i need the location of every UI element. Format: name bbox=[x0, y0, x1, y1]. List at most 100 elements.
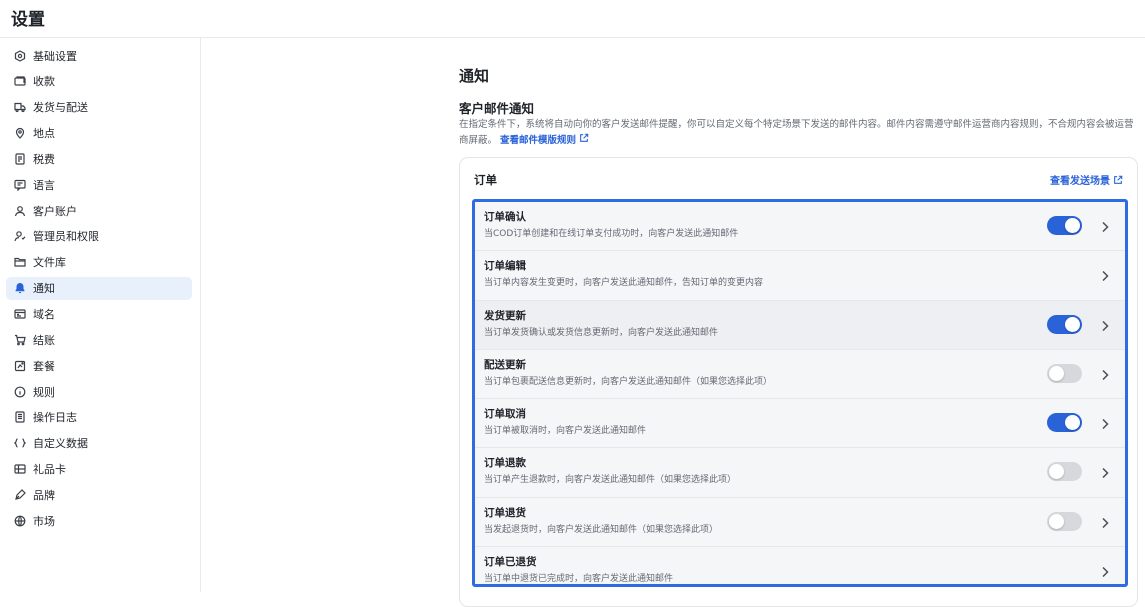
notification-name: 配送更新 bbox=[484, 358, 526, 371]
notification-row[interactable]: 订单确认当COD订单创建和在线订单支付成功时，向客户发送此通知邮件 bbox=[475, 202, 1125, 252]
order-notifications-card: 订单 查看发送场景 订单确认当COD订单创建和在线订单支付成功时，向客户发送此通… bbox=[459, 157, 1138, 607]
notification-row[interactable]: 订单退货 当发起退货时，向客户发送此通知邮件（如果您选择此项） bbox=[475, 497, 1125, 548]
sidebar-item-label: 结账 bbox=[33, 333, 55, 347]
chevron-right-icon[interactable] bbox=[1100, 465, 1110, 479]
sidebar-item-label: 客户账户 bbox=[33, 204, 77, 218]
notification-name: 订单取消 bbox=[484, 408, 526, 421]
user-permission-icon bbox=[14, 230, 26, 242]
sidebar-item-16[interactable]: 礼品卡 bbox=[6, 458, 192, 481]
notification-name: 订单已退货 bbox=[484, 556, 537, 569]
sidebar-item-8[interactable]: 文件库 bbox=[6, 251, 192, 274]
notification-name: 发货更新 bbox=[484, 309, 526, 322]
top-bar: 设置 bbox=[0, 0, 1145, 38]
toggle-knob bbox=[1049, 464, 1064, 480]
notification-row[interactable]: 订单退款当订单产生退款时，向客户发送此通知邮件（如果您选择此项） bbox=[475, 448, 1125, 498]
language-icon bbox=[14, 179, 26, 191]
chevron-right-icon[interactable] bbox=[1100, 367, 1110, 381]
sidebar-item-label: 礼品卡 bbox=[33, 463, 66, 477]
sidebar-item-label: 收款 bbox=[33, 75, 55, 89]
notification-description: 当订单发货确认或发货信息更新时，向客户发送此通知邮件 bbox=[484, 327, 719, 338]
sidebar-item-12[interactable]: 套餐 bbox=[6, 354, 192, 377]
cart-icon bbox=[14, 334, 26, 346]
section-title: 客户邮件通知 bbox=[459, 101, 535, 116]
notification-row[interactable]: 配送更新当订单包裹配送信息更新时，向客户发送此通知邮件（如果您选择此项） bbox=[475, 349, 1125, 400]
notification-description: 当订单产生退款时，向客户发送此通知邮件（如果您选择此项） bbox=[484, 475, 737, 486]
notification-row[interactable]: 发货更新当订单发货确认或发货信息更新时，向客户发送此通知邮件 bbox=[475, 300, 1125, 350]
sidebar-item-label: 基础设置 bbox=[33, 49, 77, 63]
notification-name: 订单退货 bbox=[484, 506, 526, 519]
chevron-right-icon[interactable] bbox=[1100, 219, 1110, 233]
sidebar-item-6[interactable]: 客户账户 bbox=[6, 199, 192, 222]
notification-name: 订单编辑 bbox=[484, 260, 526, 273]
sidebar-item-14[interactable]: 操作日志 bbox=[6, 406, 192, 429]
sidebar-item-label: 文件库 bbox=[33, 256, 66, 270]
sidebar-item-label: 自定义数据 bbox=[33, 437, 88, 451]
sidebar-item-11[interactable]: 结账 bbox=[6, 328, 192, 351]
sidebar-item-label: 发货与配送 bbox=[33, 101, 88, 115]
sidebar-item-10[interactable]: 域名 bbox=[6, 303, 192, 326]
notification-toggle[interactable] bbox=[1047, 216, 1082, 235]
toggle-knob bbox=[1065, 415, 1080, 431]
sidebar-item-4[interactable]: 税费 bbox=[6, 147, 192, 170]
payment-icon bbox=[14, 75, 26, 87]
sidebar-item-label: 市场 bbox=[33, 514, 55, 528]
chevron-right-icon[interactable] bbox=[1100, 268, 1110, 282]
template-rules-link[interactable]: 查看邮件模版规则 bbox=[500, 133, 589, 146]
external-link-icon bbox=[580, 133, 589, 142]
notification-toggle[interactable] bbox=[1047, 462, 1082, 482]
sidebar-item-13[interactable]: 规则 bbox=[6, 380, 192, 403]
brand-icon bbox=[14, 489, 26, 501]
sidebar-item-3[interactable]: 地点 bbox=[6, 122, 192, 145]
notification-toggle[interactable] bbox=[1047, 511, 1082, 531]
sidebar-item-label: 语言 bbox=[33, 178, 55, 192]
view-scenarios-link[interactable]: 查看发送场景 bbox=[1050, 172, 1123, 187]
chevron-right-icon[interactable] bbox=[1100, 416, 1110, 430]
section-description: 在指定条件下，系统将自动向你的客户发送邮件提醒，你可以自定义每个特定场景下发送的… bbox=[459, 117, 1141, 149]
sidebar-item-label: 税费 bbox=[33, 152, 55, 166]
sidebar-item-5[interactable]: 语言 bbox=[6, 173, 192, 196]
log-icon bbox=[14, 411, 26, 423]
sidebar-item-label: 域名 bbox=[33, 308, 55, 321]
notification-toggle[interactable] bbox=[1047, 314, 1082, 334]
notification-name: 订单确认 bbox=[484, 211, 526, 223]
chevron-right-icon[interactable] bbox=[1100, 515, 1110, 529]
notification-name: 订单退款 bbox=[484, 457, 526, 470]
notification-description: 当COD订单创建和在线订单支付成功时，向客户发送此通知邮件 bbox=[484, 229, 739, 239]
main-content: 通知 客户邮件通知 在指定条件下，系统将自动向你的客户发送邮件提醒，你可以自定义… bbox=[201, 38, 1145, 607]
notification-row[interactable]: 订单取消 当订单被取消时，向客户发送此通知邮件 bbox=[475, 399, 1125, 449]
user-icon bbox=[14, 205, 26, 217]
notification-row[interactable]: 订单编辑当订单内容发生变更时，向客户发送此通知邮件，告知订单的变更内容 bbox=[475, 251, 1125, 301]
settings-sidebar: 基础设置收款发货与配送地点税费语言客户账户管理员和权限文件库通知域名结账套餐规则… bbox=[0, 38, 201, 592]
card-title: 订单 bbox=[474, 173, 497, 187]
globe-icon bbox=[14, 515, 26, 527]
sidebar-item-2[interactable]: 发货与配送 bbox=[6, 96, 192, 119]
toggle-knob bbox=[1049, 513, 1064, 529]
page-header-title: 设置 bbox=[11, 10, 45, 30]
plan-icon bbox=[14, 360, 26, 372]
info-circle-icon bbox=[14, 386, 26, 398]
sidebar-item-label: 品牌 bbox=[33, 488, 55, 502]
sidebar-item-18[interactable]: 市场 bbox=[6, 509, 192, 532]
notification-row[interactable]: 订单已退货当订单中退货已完成时，向客户发送此通知邮件 bbox=[475, 547, 1125, 585]
template-rules-link-label: 查看邮件模版规则 bbox=[500, 135, 577, 146]
sidebar-item-17[interactable]: 品牌 bbox=[6, 483, 192, 506]
gift-card-icon bbox=[14, 463, 26, 475]
sidebar-item-7[interactable]: 管理员和权限 bbox=[6, 225, 192, 248]
chevron-right-icon[interactable] bbox=[1100, 318, 1110, 332]
sidebar-item-label: 操作日志 bbox=[33, 411, 77, 425]
notification-toggle[interactable] bbox=[1047, 413, 1082, 433]
notification-list: 订单确认当COD订单创建和在线订单支付成功时，向客户发送此通知邮件 订单编辑当订单… bbox=[472, 199, 1128, 587]
sidebar-item-15[interactable]: 自定义数据 bbox=[6, 432, 192, 455]
notification-description: 当订单包裹配送信息更新时，向客户发送此通知邮件（如果您选择此项） bbox=[484, 376, 773, 387]
chevron-right-icon[interactable] bbox=[1100, 564, 1110, 578]
store-settings-icon bbox=[14, 49, 26, 62]
notification-description: 当订单内容发生变更时，向客户发送此通知邮件，告知订单的变更内容 bbox=[484, 278, 764, 289]
notification-toggle[interactable] bbox=[1047, 363, 1082, 383]
sidebar-item-0[interactable]: 基础设置 bbox=[6, 44, 192, 67]
truck-icon bbox=[14, 101, 26, 113]
sidebar-item-9[interactable]: 通知 bbox=[6, 276, 192, 300]
sidebar-item-label: 套餐 bbox=[33, 359, 55, 373]
sidebar-item-1[interactable]: 收款 bbox=[6, 70, 192, 93]
notification-description: 当订单中退货已完成时，向客户发送此通知邮件 bbox=[484, 574, 674, 585]
tax-receipt-icon bbox=[14, 153, 26, 165]
